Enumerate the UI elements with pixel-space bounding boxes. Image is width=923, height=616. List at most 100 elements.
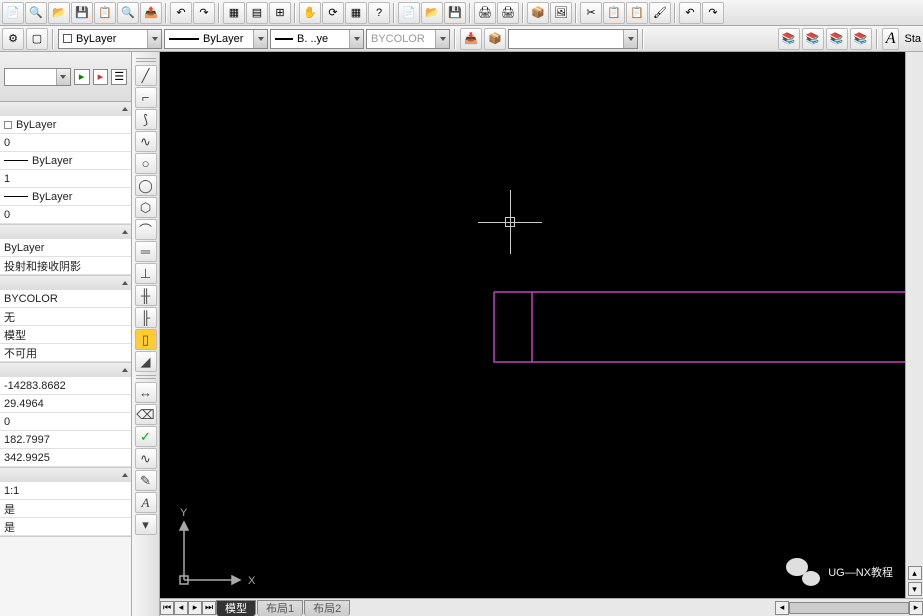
layers2-button[interactable]: 📚 <box>802 28 824 50</box>
prop-group-header[interactable] <box>0 102 131 116</box>
toolbox-handle[interactable] <box>136 58 156 62</box>
redo-button[interactable]: ↷ <box>193 2 215 24</box>
wave-tool[interactable]: ∿ <box>135 448 157 469</box>
text-tool[interactable]: A <box>135 492 157 513</box>
text-style-button[interactable]: A <box>882 28 900 50</box>
print-button[interactable]: 🖨 <box>474 2 496 24</box>
orbit-button[interactable]: ⟳ <box>322 2 344 24</box>
tab-first-button[interactable]: ⏮ <box>160 601 174 615</box>
tab-layout1[interactable]: 布局1 <box>257 600 303 616</box>
toggle-pim-button[interactable]: ▸ <box>74 69 90 85</box>
mirror-tool[interactable]: ⊥ <box>135 263 157 284</box>
linetype-combo[interactable]: ByLayer <box>164 29 268 49</box>
calc2-button[interactable]: ▦ <box>345 2 367 24</box>
fillet-tool[interactable]: ▯ <box>135 329 157 350</box>
block-combo[interactable] <box>508 29 638 49</box>
tab-layout2[interactable]: 布局2 <box>304 600 350 616</box>
prop-row[interactable]: 0 <box>0 413 131 431</box>
paste-button[interactable]: 📋 <box>626 2 648 24</box>
prop-group-header[interactable] <box>0 468 131 482</box>
prop-row[interactable]: 1:1 <box>0 482 131 500</box>
prop-row[interactable]: ByLayer <box>0 188 131 206</box>
prop-row[interactable]: 29.4964 <box>0 395 131 413</box>
quickselect-button[interactable]: ▸ <box>93 69 109 85</box>
model-space[interactable]: X Y UG—NX教程 ▴ ▾ <box>160 52 923 616</box>
arc2-tool[interactable]: ⌒ <box>135 219 157 240</box>
save2-button[interactable]: 💾 <box>444 2 466 24</box>
prop-row[interactable]: -14283.8682 <box>0 377 131 395</box>
pan-button[interactable]: ✋ <box>299 2 321 24</box>
prop-row[interactable]: 0 <box>0 134 131 152</box>
prop-row[interactable]: 是 <box>0 500 131 518</box>
layers1-button[interactable]: 📚 <box>778 28 800 50</box>
eraser-tool[interactable]: ⌫ <box>135 404 157 425</box>
layers3-button[interactable]: 📚 <box>826 28 848 50</box>
prop-row[interactable]: ByLayer <box>0 239 131 257</box>
grid-button[interactable]: ⊞ <box>269 2 291 24</box>
prop-row[interactable]: 是 <box>0 518 131 536</box>
arc-tool[interactable]: ⟆ <box>135 109 157 130</box>
tab-next-button[interactable]: ▸ <box>188 601 202 615</box>
chamfer-tool[interactable]: ◢ <box>135 351 157 372</box>
line-tool[interactable]: ╱ <box>135 65 157 86</box>
undo2-button[interactable]: ↶ <box>679 2 701 24</box>
prop-row[interactable]: BYCOLOR <box>0 290 131 308</box>
toolbox-handle2[interactable] <box>136 375 156 379</box>
scroll-up-button[interactable]: ▴ <box>908 566 922 580</box>
insert-button[interactable]: 📥 <box>460 28 482 50</box>
vertical-scrollbar[interactable]: ▴ ▾ <box>905 52 923 598</box>
filter-button[interactable]: ☰ <box>111 69 127 85</box>
plotstyle-combo[interactable]: BYCOLOR <box>366 29 450 49</box>
open-button[interactable]: 📂 <box>48 2 70 24</box>
copy-button[interactable]: 📋 <box>603 2 625 24</box>
prop-row[interactable]: 无 <box>0 308 131 326</box>
tab-model[interactable]: 模型 <box>216 600 256 616</box>
hscroll-right-button[interactable]: ▸ <box>909 601 923 615</box>
print2-button[interactable]: 🖨 <box>497 2 519 24</box>
prop-row[interactable]: ByLayer <box>0 152 131 170</box>
prop-row[interactable]: 模型 <box>0 326 131 344</box>
prop-group-header[interactable] <box>0 363 131 377</box>
lineweight-combo[interactable]: B. ..ye <box>270 29 364 49</box>
new-button[interactable]: 📄 <box>2 2 24 24</box>
redo2-button[interactable]: ↷ <box>702 2 724 24</box>
prop-row[interactable]: 1 <box>0 170 131 188</box>
color-combo[interactable]: ByLayer <box>58 29 162 49</box>
block-button[interactable]: ▢ <box>26 28 48 50</box>
extend-tool[interactable]: ╟ <box>135 307 157 328</box>
offset-tool[interactable]: ═ <box>135 241 157 262</box>
zoom-button[interactable]: 🔍 <box>25 2 47 24</box>
layer-props-button[interactable]: ⚙ <box>2 28 24 50</box>
prop-row[interactable]: 0 <box>0 206 131 224</box>
prop-row[interactable]: ByLayer <box>0 116 131 134</box>
more-tool[interactable]: ▾ <box>135 514 157 535</box>
hscroll-thumb[interactable] <box>789 602 909 614</box>
prop-row[interactable]: 182.7997 <box>0 431 131 449</box>
dim-tool[interactable]: ↔ <box>135 382 157 403</box>
tab-prev-button[interactable]: ◂ <box>174 601 188 615</box>
wblock-button[interactable]: 📦 <box>484 28 506 50</box>
sheet-button[interactable]: ▤ <box>246 2 268 24</box>
help-button[interactable]: ? <box>368 2 390 24</box>
ellipse-tool[interactable]: ◯ <box>135 175 157 196</box>
spline-tool[interactable]: ∿ <box>135 131 157 152</box>
scroll-down-button[interactable]: ▾ <box>908 582 922 596</box>
layers4-button[interactable]: 📚 <box>850 28 872 50</box>
prop-row[interactable]: 342.9925 <box>0 449 131 467</box>
prop-group-header[interactable] <box>0 276 131 290</box>
polyline-tool[interactable]: ⌐ <box>135 87 157 108</box>
match-button[interactable]: 🖌 <box>649 2 671 24</box>
publish-button[interactable]: 📤 <box>140 2 162 24</box>
pencil-tool[interactable]: ✎ <box>135 470 157 491</box>
undo-button[interactable]: ↶ <box>170 2 192 24</box>
new2-button[interactable]: 📄 <box>398 2 420 24</box>
plot-button[interactable]: 📋 <box>94 2 116 24</box>
preview-button[interactable]: 🔍 <box>117 2 139 24</box>
cut-button[interactable]: ✂ <box>580 2 602 24</box>
prop-row[interactable]: 不可用 <box>0 344 131 362</box>
polygon-tool[interactable]: ⬡ <box>135 197 157 218</box>
calc-button[interactable]: ▦ <box>223 2 245 24</box>
render-button[interactable]: 🖼 <box>550 2 572 24</box>
prop-row[interactable]: 投射和接收阴影 <box>0 257 131 275</box>
save-button[interactable]: 💾 <box>71 2 93 24</box>
